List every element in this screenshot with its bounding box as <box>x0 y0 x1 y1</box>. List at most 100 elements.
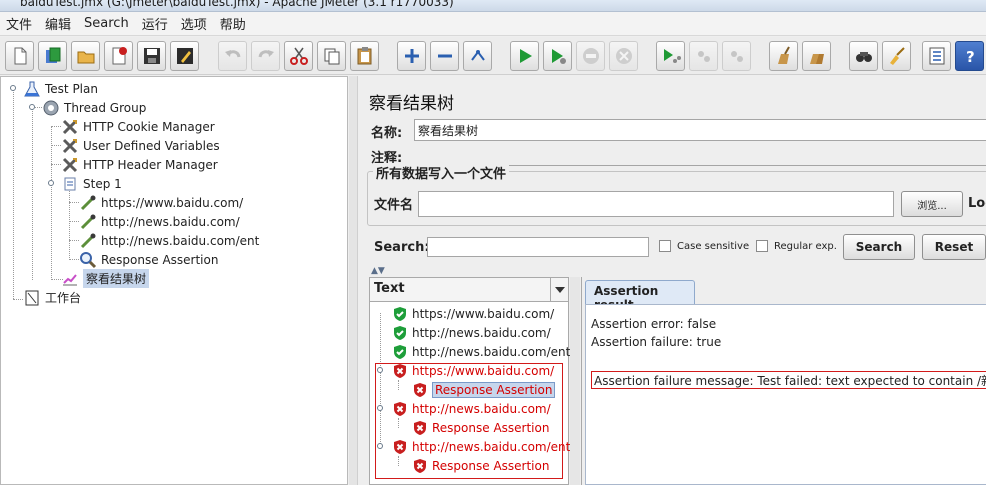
start-button[interactable] <box>510 41 539 71</box>
remote-stop-button[interactable] <box>689 41 718 71</box>
regular-exp-label: Regular exp. <box>774 240 837 252</box>
write-to-file-group: 所有数据写入一个文件 文件名 浏览... Log <box>367 163 986 226</box>
tree-node-workbench[interactable]: 工作台 <box>23 288 81 307</box>
close-button[interactable] <box>104 41 133 71</box>
paste-button[interactable] <box>350 41 379 71</box>
toggle-button[interactable] <box>463 41 492 71</box>
menu-options[interactable]: 选项 <box>181 14 207 33</box>
new-button[interactable] <box>5 41 34 71</box>
case-sensitive-checkbox[interactable]: Case sensitive <box>659 240 749 252</box>
assertion-error-line: Assertion error: false <box>591 317 717 331</box>
menu-edit[interactable]: 编辑 <box>45 14 71 33</box>
tree-line <box>69 240 79 241</box>
renderer-select[interactable]: Text <box>370 278 568 302</box>
tree-node-request-1[interactable]: https://www.baidu.com/ <box>79 193 243 212</box>
regular-exp-checkbox[interactable]: Regular exp. <box>756 240 837 252</box>
workbench-icon <box>23 289 41 307</box>
undo-button[interactable] <box>218 41 247 71</box>
controller-icon <box>61 175 79 193</box>
reset-button[interactable]: Reset <box>922 234 986 260</box>
redo-button[interactable] <box>251 41 280 71</box>
help-button[interactable]: ? <box>955 41 984 71</box>
success-shield-icon <box>392 306 408 322</box>
tree-node-response-assertion[interactable]: Response Assertion <box>79 250 218 269</box>
templates-button[interactable] <box>38 41 67 71</box>
start-no-pause-button[interactable] <box>543 41 572 71</box>
log-label: Log <box>968 196 986 211</box>
cut-button[interactable] <box>284 41 313 71</box>
success-shield-icon <box>392 344 408 360</box>
group-legend: 所有数据写入一个文件 <box>373 163 510 182</box>
start-icon <box>519 49 532 63</box>
tree-node-cookie-manager[interactable]: HTTP Cookie Manager <box>61 117 215 136</box>
assertion-failure-line: Assertion failure: true <box>591 335 722 349</box>
pipette-icon <box>79 232 97 250</box>
name-field[interactable]: 察看结果树 <box>414 119 986 141</box>
filename-field[interactable] <box>418 191 894 217</box>
case-sensitive-label: Case sensitive <box>677 240 750 252</box>
search-button[interactable]: Search <box>843 234 915 260</box>
results-splitter[interactable] <box>570 277 580 485</box>
save-as-button[interactable] <box>170 41 199 71</box>
tree-node-thread-group[interactable]: Thread Group <box>42 98 146 117</box>
expand-toggle[interactable] <box>48 180 54 186</box>
tree-line <box>32 108 33 280</box>
remote-exit-button[interactable] <box>722 41 751 71</box>
collapse-all-button[interactable] <box>430 41 459 71</box>
function-helper-icon <box>929 47 944 65</box>
listener-panel: 察看结果树 名称: 察看结果树 注释: 所有数据写入一个文件 文件名 浏览...… <box>359 76 986 485</box>
tree-node-view-results-tree[interactable]: 察看结果树 <box>61 269 150 288</box>
expand-icon <box>404 49 419 63</box>
menu-search[interactable]: Search <box>84 16 129 31</box>
chevron-down-icon[interactable] <box>550 278 568 302</box>
wrench-icon <box>61 156 79 174</box>
clear-button[interactable] <box>769 41 798 71</box>
expand-toggle[interactable] <box>29 104 35 110</box>
result-item[interactable]: https://www.baidu.com/ <box>392 304 554 323</box>
panel-title: 察看结果树 <box>369 94 454 114</box>
save-button[interactable] <box>137 41 166 71</box>
tree-node-user-defined-variables[interactable]: User Defined Variables <box>61 136 220 155</box>
checkbox-box <box>659 240 671 252</box>
open-icon <box>77 51 94 64</box>
reset-search-button[interactable] <box>882 41 911 71</box>
tree-line <box>51 164 61 165</box>
open-button[interactable] <box>71 41 100 71</box>
tree-node-request-3[interactable]: http://news.baidu.com/ent <box>79 231 259 250</box>
new-icon <box>14 47 26 65</box>
search-button-tb[interactable] <box>849 41 878 71</box>
filename-label: 文件名 <box>374 198 414 213</box>
tree-line <box>51 126 61 127</box>
menu-file[interactable]: 文件 <box>6 14 32 33</box>
close-icon <box>112 47 127 65</box>
test-plan-tree[interactable]: Test Plan Thread Group HTTP Cookie Manag… <box>0 76 348 485</box>
search-input[interactable] <box>427 237 649 257</box>
copy-button[interactable] <box>317 41 346 71</box>
function-helper-button[interactable] <box>922 41 951 71</box>
stop-button[interactable] <box>576 41 605 71</box>
menu-help[interactable]: 帮助 <box>220 14 246 33</box>
result-item[interactable]: http://news.baidu.com/ent <box>392 342 570 361</box>
renderer-label: Text <box>374 281 405 296</box>
tab-assertion-result[interactable]: Assertion result <box>585 280 695 312</box>
results-list[interactable]: Text https://www.baidu.com/ http://news.… <box>369 277 570 485</box>
pane-splitter[interactable] <box>349 76 358 485</box>
expand-all-button[interactable] <box>397 41 426 71</box>
name-label: 名称: <box>371 126 403 141</box>
tree-node-test-plan[interactable]: Test Plan <box>23 79 98 98</box>
browse-button[interactable]: 浏览... <box>901 191 963 217</box>
tree-node-step-1[interactable]: Step 1 <box>61 174 122 193</box>
stop-icon <box>582 48 599 64</box>
tree-node-header-manager[interactable]: HTTP Header Manager <box>61 155 218 174</box>
window-title: baiduTest.jmx (G:\Jmeter\baiduTest.jmx) … <box>20 0 454 9</box>
menu-run[interactable]: 运行 <box>142 14 168 33</box>
remote-start-button[interactable] <box>656 41 685 71</box>
start-no-pause-icon <box>551 49 566 64</box>
clear-all-button[interactable] <box>802 41 831 71</box>
tree-node-request-2[interactable]: http://news.baidu.com/ <box>79 212 240 231</box>
shutdown-button[interactable] <box>609 41 638 71</box>
collapse-arrows-icon[interactable]: ▲▼ <box>371 266 385 276</box>
copy-icon <box>324 48 339 65</box>
result-item[interactable]: http://news.baidu.com/ <box>392 323 551 342</box>
expand-toggle[interactable] <box>10 85 16 91</box>
